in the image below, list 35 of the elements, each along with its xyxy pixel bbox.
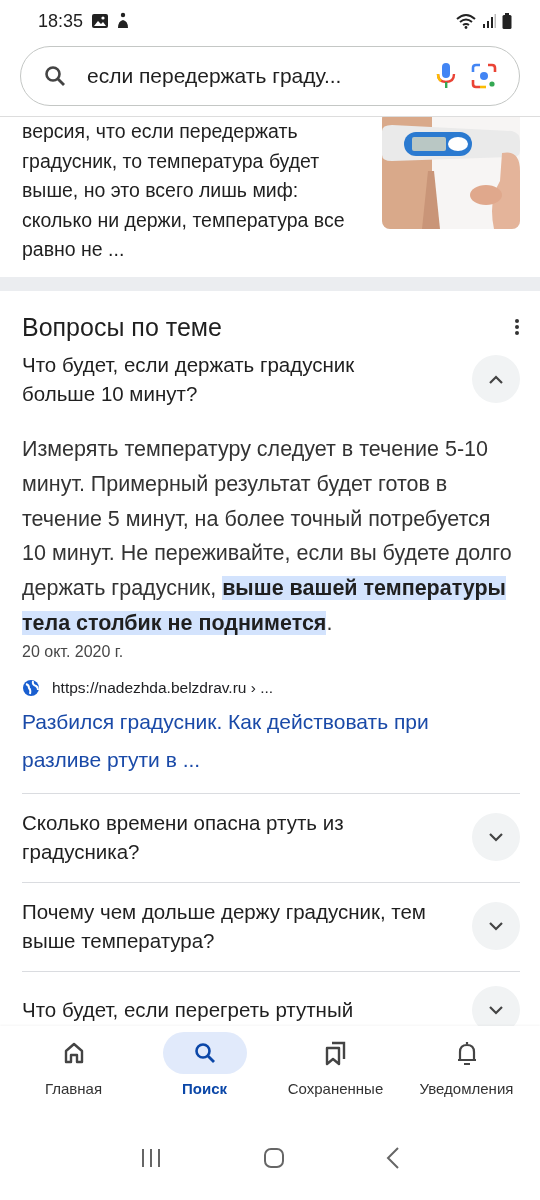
answer-text: Измерять температуру следует в течение 5-10 минут. Примерный результат будет готов в течение 5 минут, на более точный потребуется 10 минут. Не переживайте, если вы будете долго держать градусник, выше вашей температуры тела столбик не поднимется. [22,435,513,637]
source-url: https://nadezhda.belzdrav.ru › ... [52,678,274,697]
microphone-icon[interactable] [435,62,457,90]
battery-icon [502,13,512,29]
nav-tab[interactable]: Поиск [142,1032,267,1097]
image-icon [91,13,110,29]
home-button-icon[interactable] [263,1147,285,1169]
section-title: Вопросы по теме [22,312,222,342]
globe-icon [22,678,40,697]
chevron-icon [488,1004,504,1015]
search-icon [43,64,67,88]
back-icon[interactable] [385,1147,400,1169]
answer-date: 20 окт. 2020 г. [22,641,125,662]
nav-tab[interactable]: Уведомления [404,1032,529,1097]
more-options-icon[interactable] [514,318,520,337]
result-link[interactable]: Разбился градусник. Как действовать при разливе ртути в ... [22,702,520,779]
recent-apps-icon[interactable] [140,1148,163,1168]
question-text[interactable]: Почему чем дольше держу градусник, тем выше температура? [22,896,432,955]
bookmarks-icon [323,1040,348,1066]
snippet-text: версия, что если передержать градусник, то температура будет выше, но это всего лишь миф: сколько ни держи, температура все равно не ... [22,119,346,263]
question-text[interactable]: Сколько времени опасна ртуть из градусника? [22,807,432,866]
chevron-icon [488,920,504,931]
wifi-icon [456,13,476,29]
chevron-icon [488,831,504,842]
chevron-icon [488,373,504,384]
search-icon [192,1041,217,1065]
search-input[interactable]: если передержать граду... [81,64,421,88]
nav-tab[interactable]: Сохраненные [273,1032,398,1097]
signal-icon [482,13,496,29]
question-text[interactable]: Что будет, если перегреть ртутный [22,995,432,1025]
question-text[interactable]: Что будет, если держать градусник больше 10 минут? [22,349,432,408]
status-time: 18:35 [38,10,84,32]
nav-tab[interactable]: Главная [11,1032,136,1097]
bell-icon [455,1040,478,1066]
camera-lens-icon[interactable] [471,63,497,89]
